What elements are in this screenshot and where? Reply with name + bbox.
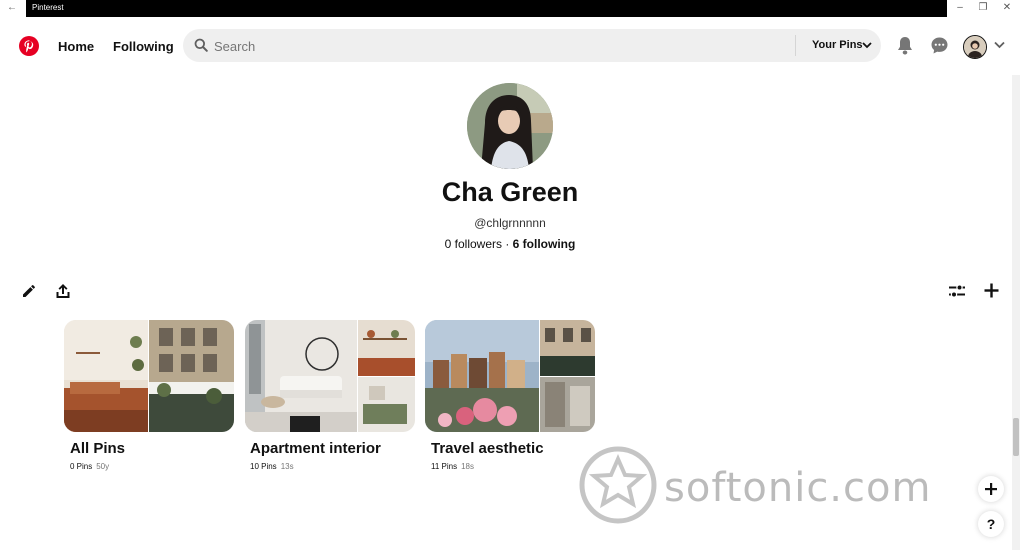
board-pin-count: 10 Pins xyxy=(250,462,277,471)
nav-following[interactable]: Following xyxy=(113,39,174,54)
board-title[interactable]: All Pins xyxy=(70,440,125,457)
pencil-icon[interactable] xyxy=(21,283,37,299)
plus-icon xyxy=(985,483,997,495)
chat-icon[interactable] xyxy=(930,36,949,55)
user-avatar[interactable] xyxy=(963,35,987,59)
close-icon[interactable]: ✕ xyxy=(1000,2,1014,13)
follow-stats: 0 followers · 6 following xyxy=(0,237,1020,251)
restore-icon[interactable]: ❐ xyxy=(976,2,990,13)
board-age: 18s xyxy=(461,462,474,471)
board-pin-count: 11 Pins xyxy=(431,462,458,471)
minimize-icon[interactable]: – xyxy=(953,2,967,13)
plus-icon[interactable] xyxy=(984,283,999,298)
profile-handle: @chlgrnnnnn xyxy=(474,216,546,230)
search-bar: Your Pins xyxy=(183,29,881,62)
board-age: 13s xyxy=(280,462,294,471)
watermark-text: softonic.com xyxy=(664,465,932,511)
board-cover-travel-aesthetic[interactable] xyxy=(425,320,595,432)
title-bar-fill xyxy=(26,0,947,17)
board-cover-apartment-interior[interactable] xyxy=(245,320,415,432)
chevron-down-icon[interactable] xyxy=(862,41,872,49)
board-meta: 0 Pins 50y xyxy=(70,462,109,471)
followers-count[interactable]: 0 followers xyxy=(445,237,502,251)
svg-text:?: ? xyxy=(987,516,996,532)
filter-icon[interactable] xyxy=(948,283,966,299)
following-count[interactable]: 6 following xyxy=(513,237,576,251)
pinterest-logo-icon[interactable] xyxy=(19,36,39,56)
scrollbar-thumb[interactable] xyxy=(1013,418,1019,456)
help-fab[interactable]: ? xyxy=(978,511,1004,537)
your-pins-dropdown[interactable]: Your Pins xyxy=(812,39,863,51)
scrollbar-track[interactable] xyxy=(1012,75,1020,550)
board-title[interactable]: Travel aesthetic xyxy=(431,440,544,457)
account-chevron-down-icon[interactable] xyxy=(994,41,1005,49)
board-meta: 11 Pins 18s xyxy=(431,462,474,471)
board-title[interactable]: Apartment interior xyxy=(250,440,381,457)
board-meta: 10 Pins 13s xyxy=(250,462,294,471)
nav-home[interactable]: Home xyxy=(58,39,94,54)
share-icon[interactable] xyxy=(55,283,71,300)
follow-separator: · xyxy=(502,237,513,251)
header: Home Following Your Pins xyxy=(0,17,1020,75)
search-divider xyxy=(795,35,796,56)
title-bar: ← Pinterest – ❐ ✕ xyxy=(0,0,1020,17)
board-age: 50y xyxy=(96,462,110,471)
profile-name: Cha Green xyxy=(441,177,579,207)
help-icon: ? xyxy=(987,516,996,532)
board-pin-count: 0 Pins xyxy=(70,462,93,471)
back-arrow-icon[interactable]: ← xyxy=(7,2,17,13)
create-fab[interactable] xyxy=(978,476,1004,502)
search-input[interactable] xyxy=(212,36,756,57)
profile-avatar[interactable] xyxy=(467,83,553,169)
search-icon xyxy=(194,38,208,52)
softonic-logo-icon xyxy=(579,446,657,524)
window-title: Pinterest xyxy=(32,3,64,12)
bell-icon[interactable] xyxy=(896,36,914,56)
board-cover-all-pins[interactable] xyxy=(64,320,234,432)
